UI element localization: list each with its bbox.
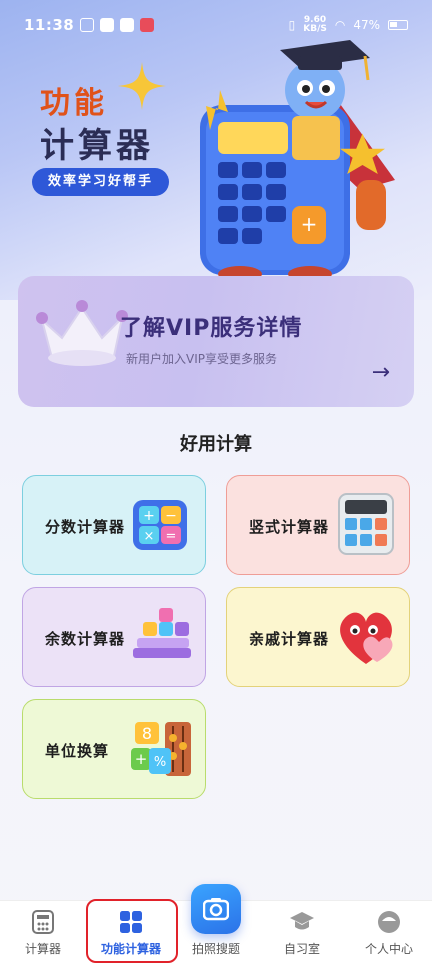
svg-text:×: × [144,529,155,544]
camera-icon [203,898,229,921]
tool-tile-unit-conversion[interactable]: 单位换算 8 + % [22,699,206,799]
nav-calculator[interactable]: 计算器 [0,901,86,964]
vip-subtitle: 新用户加入VIP享受更多服务 [126,352,277,366]
status-time: 11:38 [24,16,75,34]
tile-label: 亲戚计算器 [249,630,330,648]
nav-study-room[interactable]: 自习室 [259,901,345,964]
vip-title: 了解VIP服务详情 [120,316,303,341]
heart-face-icon [340,612,393,664]
svg-text:+: + [301,212,318,236]
tool-tile-vertical-calculator[interactable]: 竖式计算器 [226,475,410,575]
nav-label: 自习室 [283,942,320,956]
battery-percent: 47% [353,18,380,32]
svg-text:%: % [154,755,166,770]
selection-highlight [86,899,178,963]
nav-profile[interactable]: 个人中心 [346,901,432,964]
calculator-icon [32,910,54,934]
mail-icon [100,18,115,32]
vibrate-icon: ▯ [288,18,296,32]
sparkle-icon [118,62,166,110]
crown-icon [36,300,128,366]
network-speed: 9.60 KB/S [303,16,327,34]
svg-text:+: + [135,750,148,768]
arrow-right-icon: → [371,360,390,385]
tile-label: 竖式计算器 [249,518,330,536]
tool-tile-relative-calculator[interactable]: 亲戚计算器 [226,587,410,687]
hero-title-line1: 功能 [40,86,108,121]
nav-label: 个人中心 [364,942,413,956]
books-math-icon [133,608,191,658]
tile-label: 分数计算器 [45,518,126,536]
tool-tile-remainder-calculator[interactable]: 余数计算器 [22,587,206,687]
hero-tagline-badge: 效率学习好帮手 [32,168,170,196]
section-title: 好用计算 [180,434,252,455]
svg-text:8: 8 [142,724,152,743]
abacus-blocks-icon: 8 + % [131,722,191,776]
graduation-cap-icon [290,912,314,930]
hero-title-line2: 计算器 [40,126,154,166]
fraction-calculator-icon: + − × = [133,500,187,550]
tile-label: 余数计算器 [45,630,126,648]
wifi-icon: ◠ [334,18,346,32]
nav-label: 计算器 [24,942,61,956]
tool-tile-fraction-calculator[interactable]: 分数计算器 + − × = [22,475,206,575]
network-speed-unit: KB/S [303,24,327,34]
nav-label: 拍照搜题 [191,942,240,956]
svg-text:+: + [143,508,155,524]
tile-label: 单位换算 [45,742,110,760]
vip-info-card[interactable]: 了解VIP服务详情 新用户加入VIP享受更多服务 → [18,276,414,407]
mascot-calculator-illustration: + [200,40,395,280]
camera-button[interactable] [191,884,241,934]
svg-text:−: − [165,508,177,524]
news-app-icon [140,18,155,32]
svg-text:=: = [166,529,177,544]
status-bar: 11:38 ▯ 9.60 KB/S ◠ 47% [0,0,432,50]
notification-icon [80,18,95,32]
battery-icon [388,20,408,30]
calculator-icon [338,493,394,555]
user-icon [378,911,400,933]
video-app-icon [120,18,135,32]
